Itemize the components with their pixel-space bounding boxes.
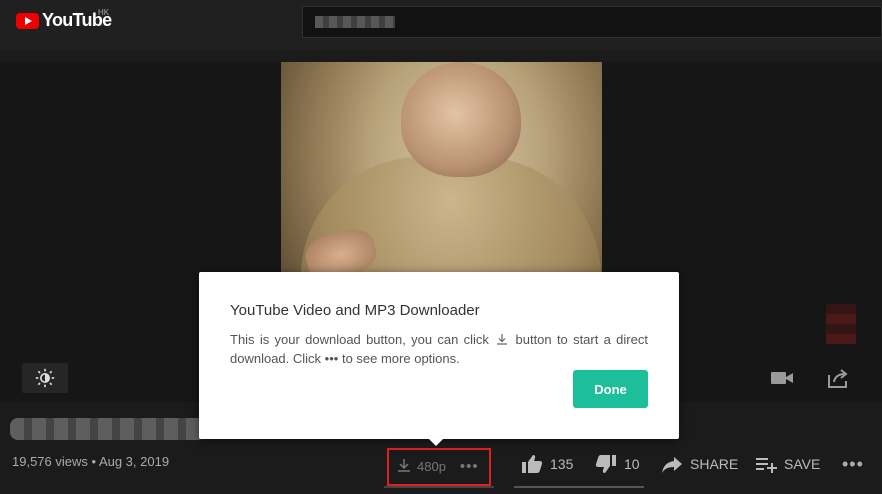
- download-icon[interactable]: [397, 458, 411, 475]
- view-count-date: 19,576 views • Aug 3, 2019: [12, 454, 170, 469]
- video-camera-icon[interactable]: [770, 369, 794, 387]
- downloader-tooltip-dialog: YouTube Video and MP3 Downloader This is…: [199, 272, 679, 439]
- done-button[interactable]: Done: [573, 370, 648, 408]
- masthead: YouTube HK: [0, 0, 882, 50]
- dialog-body-text-3: to see more options.: [341, 351, 460, 366]
- more-horizontal-icon: •••: [842, 453, 864, 474]
- download-button-highlight: 480p •••: [387, 448, 491, 486]
- sentiment-bar: [514, 486, 644, 488]
- download-button-group: 480p •••: [397, 458, 479, 475]
- dialog-title: YouTube Video and MP3 Downloader: [230, 302, 480, 319]
- dialog-body-text-1: This is your download button, you can cl…: [230, 332, 489, 347]
- playlist-add-icon: [756, 458, 777, 473]
- video-figure-face: [401, 62, 521, 177]
- share-label: SHARE: [690, 456, 739, 472]
- share-arrow-icon: [662, 457, 682, 473]
- related-thumbnail[interactable]: [826, 304, 856, 344]
- page-root: YouTube HK 19,576 views • Aug 3, 2019 48…: [0, 0, 882, 494]
- dialog-pointer-arrow: [426, 436, 446, 446]
- youtube-logo[interactable]: YouTube HK: [16, 8, 112, 31]
- share-out-icon[interactable]: [826, 367, 850, 389]
- video-title-blurred: [10, 418, 206, 440]
- more-options-icon: •••: [324, 351, 339, 366]
- download-underline: [384, 486, 494, 488]
- download-more-options[interactable]: •••: [460, 458, 479, 475]
- search-input[interactable]: [302, 6, 882, 38]
- brightness-button[interactable]: [22, 363, 68, 393]
- more-actions-button[interactable]: •••: [842, 452, 864, 476]
- like-count: 135: [550, 456, 574, 472]
- download-quality[interactable]: 480p: [417, 459, 446, 474]
- youtube-play-icon: [16, 12, 39, 29]
- like-button[interactable]: 135: [520, 452, 573, 476]
- save-label: SAVE: [784, 456, 821, 472]
- download-icon: [497, 334, 508, 345]
- dislike-button[interactable]: 10: [594, 452, 640, 476]
- search-query-blurred: [315, 16, 395, 28]
- thumbs-down-icon: [595, 455, 616, 473]
- region-code: HK: [98, 8, 110, 17]
- dislike-count: 10: [624, 456, 640, 472]
- share-button[interactable]: SHARE: [660, 452, 738, 476]
- save-button[interactable]: SAVE: [754, 452, 820, 476]
- brightness-icon: [35, 368, 55, 388]
- thumbs-up-icon: [522, 455, 543, 473]
- dialog-body: This is your download button, you can cl…: [230, 330, 648, 368]
